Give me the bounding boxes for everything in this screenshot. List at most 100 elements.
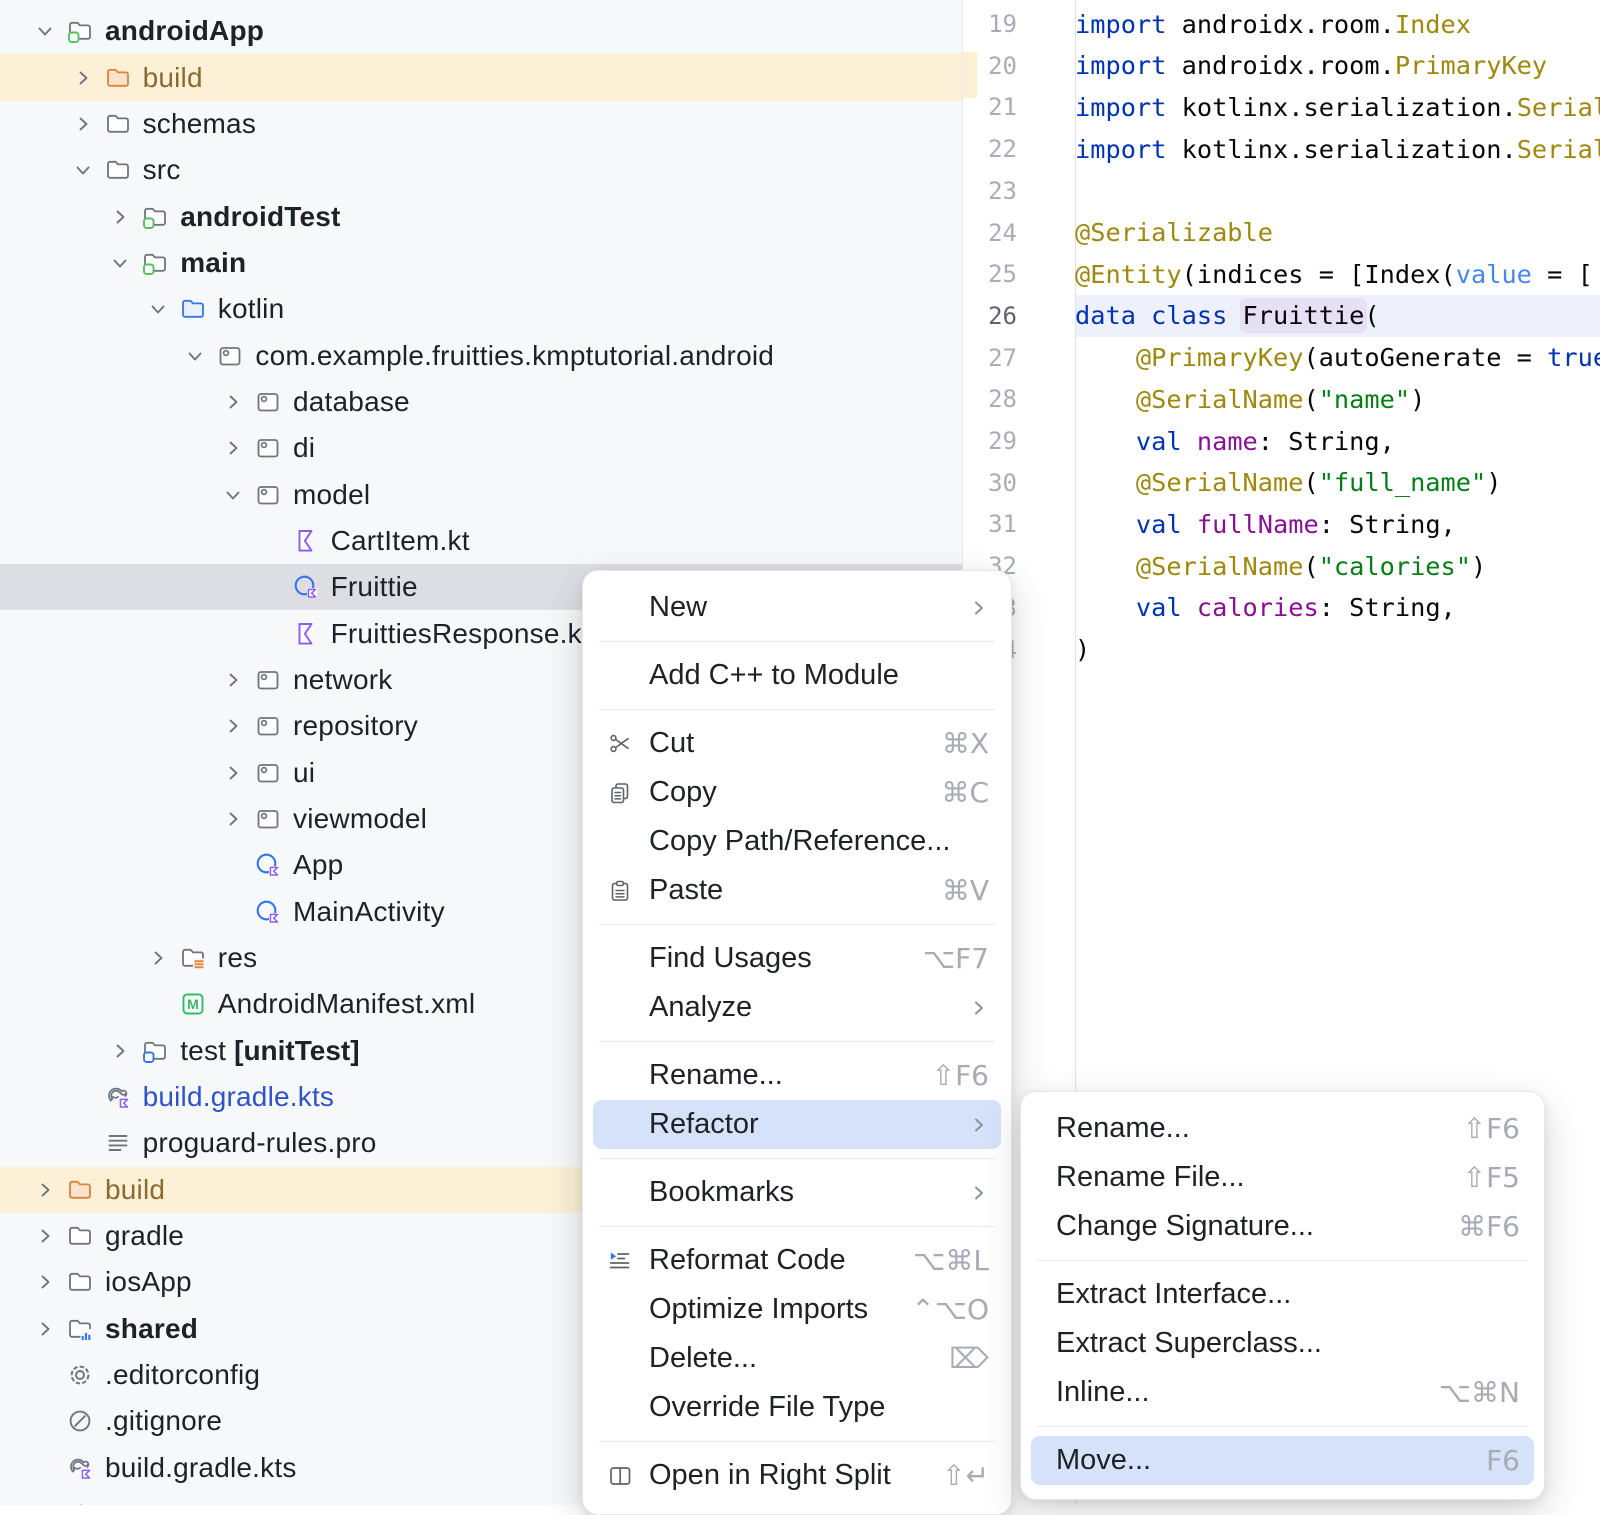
code-line-29: 29 val name: String, bbox=[963, 420, 1600, 462]
submenu-arrow-icon bbox=[969, 998, 989, 1018]
tree-item-database[interactable]: database bbox=[0, 379, 962, 425]
tree-item-src[interactable]: src bbox=[0, 147, 962, 193]
tree-item-di[interactable]: di bbox=[0, 425, 962, 471]
line-number: 22 bbox=[963, 135, 1075, 163]
context-menu-item-delete[interactable]: Delete...⌦ bbox=[593, 1334, 1001, 1383]
chevron-spacer bbox=[218, 850, 248, 880]
chevron-right-icon[interactable] bbox=[218, 433, 248, 463]
context-menu-item-refactor[interactable]: Refactor bbox=[593, 1100, 1001, 1149]
chevron-right-icon[interactable] bbox=[105, 1036, 135, 1066]
chevron-right-icon[interactable] bbox=[105, 202, 135, 232]
menu-item-label: Move... bbox=[1056, 1444, 1151, 1477]
gear-icon bbox=[66, 1500, 94, 1505]
kotlin-class-icon bbox=[254, 851, 282, 879]
shared-folder-icon bbox=[66, 1315, 94, 1343]
refactor-submenu-item-change-signature[interactable]: Change Signature...⌘F6 bbox=[1031, 1202, 1534, 1251]
chevron-spacer bbox=[256, 619, 286, 649]
folder-icon bbox=[104, 110, 132, 138]
menu-item-label: Override File Type bbox=[649, 1391, 885, 1424]
submenu-arrow-icon bbox=[969, 1115, 989, 1135]
refactor-submenu-item-extract-superclass[interactable]: Extract Superclass... bbox=[1031, 1319, 1534, 1368]
tree-item-main[interactable]: main bbox=[0, 240, 962, 286]
chevron-spacer bbox=[218, 897, 248, 927]
menu-item-label: Rename... bbox=[1056, 1112, 1190, 1145]
chevron-right-icon[interactable] bbox=[30, 1267, 60, 1297]
tree-item-label: test bbox=[180, 1035, 226, 1067]
context-menu-item-paste[interactable]: Paste⌘V bbox=[593, 866, 1001, 915]
tree-item-cartitem-kt[interactable]: CartItem.kt bbox=[0, 518, 962, 564]
refactor-submenu-item-rename-file[interactable]: Rename File...⇧F5 bbox=[1031, 1153, 1534, 1202]
refactor-submenu-item-extract-interface[interactable]: Extract Interface... bbox=[1031, 1270, 1534, 1319]
chevron-right-icon[interactable] bbox=[218, 665, 248, 695]
context-menu-item-copy-path-reference[interactable]: Copy Path/Reference... bbox=[593, 817, 1001, 866]
context-menu-item-cut[interactable]: Cut⌘X bbox=[593, 719, 1001, 768]
tree-item-build[interactable]: build bbox=[0, 54, 962, 100]
chevron-right-icon[interactable] bbox=[30, 1314, 60, 1344]
chevron-down-icon[interactable] bbox=[143, 294, 173, 324]
chevron-right-icon[interactable] bbox=[68, 63, 98, 93]
code-line-20: 20import androidx.room.PrimaryKey bbox=[963, 45, 1600, 87]
chevron-down-icon[interactable] bbox=[68, 155, 98, 185]
tree-item-label: .gitignore bbox=[105, 1405, 222, 1437]
chevron-down-icon[interactable] bbox=[180, 341, 210, 371]
menu-item-label: Cut bbox=[649, 727, 694, 760]
context-menu-item-override-file-type[interactable]: Override File Type bbox=[593, 1383, 1001, 1432]
context-menu-item-rename[interactable]: Rename...⇧F6 bbox=[593, 1051, 1001, 1100]
chevron-right-icon[interactable] bbox=[143, 943, 173, 973]
code-text: import androidx.room.PrimaryKey bbox=[1075, 51, 1547, 80]
tree-item-model[interactable]: model bbox=[0, 471, 962, 517]
code-line-30: 30 @SerialName("full_name") bbox=[963, 462, 1600, 504]
chevron-right-icon[interactable] bbox=[218, 804, 248, 834]
tree-item-kotlin[interactable]: kotlin bbox=[0, 286, 962, 332]
chevron-right-icon[interactable] bbox=[218, 711, 248, 741]
chevron-spacer bbox=[30, 1406, 60, 1436]
context-menu-item-new[interactable]: New bbox=[593, 583, 1001, 632]
context-menu-item-open-in-right-split[interactable]: Open in Right Split⇧↵ bbox=[593, 1451, 1001, 1500]
chevron-right-icon[interactable] bbox=[218, 758, 248, 788]
refactor-submenu: Rename...⇧F6Rename File...⇧F5Change Sign… bbox=[1020, 1091, 1545, 1500]
context-menu-item-bookmarks[interactable]: Bookmarks bbox=[593, 1168, 1001, 1217]
code-line-33: 33 val calories: String, bbox=[963, 587, 1600, 629]
tree-item-androidtest[interactable]: androidTest bbox=[0, 193, 962, 239]
chevron-right-icon[interactable] bbox=[30, 1221, 60, 1251]
refactor-submenu-item-inline[interactable]: Inline...⌥⌘N bbox=[1031, 1368, 1534, 1417]
tree-item-schemas[interactable]: schemas bbox=[0, 101, 962, 147]
chevron-spacer bbox=[68, 1128, 98, 1158]
manifest-icon: M bbox=[179, 990, 207, 1018]
menu-item-label: Open in Right Split bbox=[649, 1459, 891, 1492]
context-menu-item-add-c-to-module[interactable]: Add C++ to Module bbox=[593, 651, 1001, 700]
context-menu-item-optimize-imports[interactable]: Optimize Imports⌃⌥O bbox=[593, 1285, 1001, 1334]
code-line-21: 21import kotlinx.serialization.Serializa… bbox=[963, 87, 1600, 129]
code-text: @SerialName("name") bbox=[1075, 385, 1425, 414]
chevron-right-icon[interactable] bbox=[68, 109, 98, 139]
paste-icon bbox=[607, 878, 633, 904]
menu-divider bbox=[599, 1158, 995, 1159]
line-number: 27 bbox=[963, 344, 1075, 372]
line-number: 21 bbox=[963, 93, 1075, 121]
reformat-icon bbox=[607, 1248, 633, 1274]
refactor-submenu-item-move[interactable]: Move...F6 bbox=[1031, 1436, 1534, 1485]
context-menu-item-find-usages[interactable]: Find Usages⌥F7 bbox=[593, 934, 1001, 983]
tree-item-com-example-fruitties-kmptutorial-android[interactable]: com.example.fruitties.kmptutorial.androi… bbox=[0, 332, 962, 378]
context-menu-item-reformat-code[interactable]: Reformat Code⌥⌘L bbox=[593, 1236, 1001, 1285]
line-number: 20 bbox=[963, 52, 1075, 80]
tree-item-label: androidTest bbox=[180, 201, 340, 233]
chevron-right-icon[interactable] bbox=[30, 1175, 60, 1205]
chevron-down-icon[interactable] bbox=[105, 248, 135, 278]
menu-divider bbox=[1037, 1426, 1528, 1427]
chevron-down-icon[interactable] bbox=[218, 480, 248, 510]
tree-item-androidapp[interactable]: androidApp bbox=[0, 8, 962, 54]
context-menu-item-copy[interactable]: Copy⌘C bbox=[593, 768, 1001, 817]
menu-divider bbox=[599, 1441, 995, 1442]
context-menu-item-analyze[interactable]: Analyze bbox=[593, 983, 1001, 1032]
code-line-23: 23 bbox=[963, 170, 1600, 212]
chevron-down-icon[interactable] bbox=[30, 16, 60, 46]
chevron-spacer bbox=[30, 1453, 60, 1483]
refactor-submenu-item-rename[interactable]: Rename...⇧F6 bbox=[1031, 1104, 1534, 1153]
tree-item-label: network bbox=[293, 664, 392, 696]
tree-item-label: kotlin bbox=[218, 293, 285, 325]
menu-item-shortcut: ⌥F7 bbox=[923, 942, 989, 975]
line-number: 23 bbox=[963, 177, 1075, 205]
chevron-spacer bbox=[30, 1499, 60, 1505]
chevron-right-icon[interactable] bbox=[218, 387, 248, 417]
